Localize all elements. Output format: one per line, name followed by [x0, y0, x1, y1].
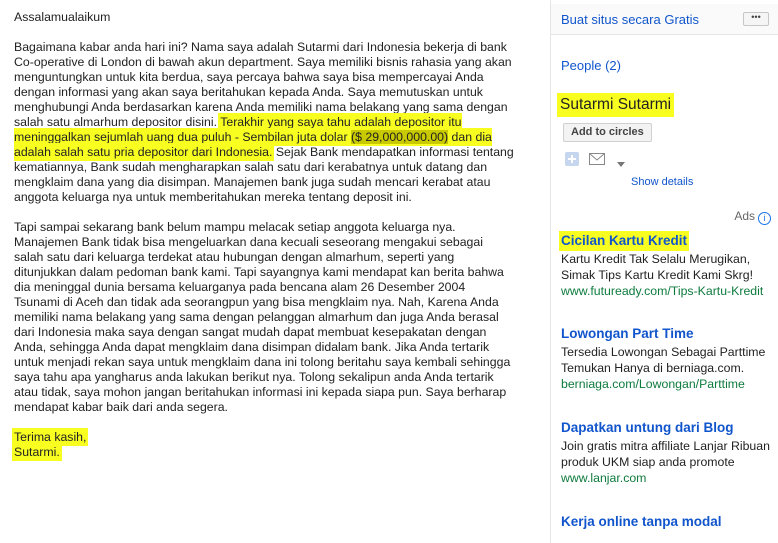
ad-item: Kerja online tanpa modal: [561, 514, 775, 532]
profile-name[interactable]: Sutarmi Sutarmi: [560, 96, 672, 114]
ads-label: Ads i: [734, 209, 771, 225]
closing: Terima kasih,: [14, 430, 87, 444]
ad-body: Tersedia Lowongan Sebagai Parttime: [561, 345, 766, 359]
highlight-amount: ($ 29,000,000.00): [351, 130, 449, 144]
ad-url[interactable]: berniaga.com/Lowongan/Parttime: [561, 376, 775, 392]
mail-icon[interactable]: [589, 152, 605, 170]
people-link[interactable]: People (2): [561, 58, 621, 73]
plus-icon[interactable]: [565, 152, 579, 171]
ad-url[interactable]: www.lanjar.com: [561, 470, 775, 486]
ad-body-line-2: Temukan Hanya di berniaga.com.: [561, 361, 745, 375]
signature: Sutarmi.: [14, 445, 60, 459]
ad-title[interactable]: Cicilan Kartu Kredit: [561, 233, 688, 249]
more-button[interactable]: •••: [743, 12, 769, 26]
sign-off: Terima kasih, Sutarmi.: [14, 430, 514, 460]
paragraph-1: Bagaimana kabar anda hari ini? Nama saya…: [14, 40, 514, 205]
create-site-box: Buat situs secara Gratis •••: [551, 4, 778, 35]
create-site-link[interactable]: Buat situs secara Gratis: [561, 12, 699, 27]
add-to-circles-button[interactable]: Add to circles: [563, 123, 652, 142]
greeting: Assalamualaikum: [14, 10, 111, 24]
ad-item: Lowongan Part Time Tersedia Lowongan Seb…: [561, 326, 775, 392]
ad-title[interactable]: Kerja online tanpa modal: [561, 514, 775, 530]
ad-item: Dapatkan untung dari Blog Join gratis mi…: [561, 420, 775, 486]
ads-label-text: Ads: [734, 209, 755, 223]
chevron-down-icon[interactable]: [617, 155, 625, 173]
email-body: Assalamualaikum Bagaimana kabar anda har…: [14, 10, 514, 460]
ad-title[interactable]: Dapatkan untung dari Blog: [561, 420, 775, 436]
ad-url[interactable]: www.futuready.com/Tips-Kartu-Kredit: [561, 283, 775, 299]
ad-title[interactable]: Lowongan Part Time: [561, 326, 775, 342]
ad-body: Kartu Kredit Tak Selalu Merugikan, Simak…: [561, 252, 754, 282]
ad-body: Join gratis mitra affiliate Lanjar Ribua…: [561, 439, 770, 469]
info-icon[interactable]: i: [758, 212, 771, 225]
paragraph-2: Tapi sampai sekarang bank belum mampu me…: [14, 220, 511, 414]
show-details-link[interactable]: Show details: [631, 176, 693, 188]
sidebar: Buat situs secara Gratis ••• People (2) …: [550, 0, 778, 543]
ad-item: Cicilan Kartu Kredit Kartu Kredit Tak Se…: [561, 233, 775, 299]
